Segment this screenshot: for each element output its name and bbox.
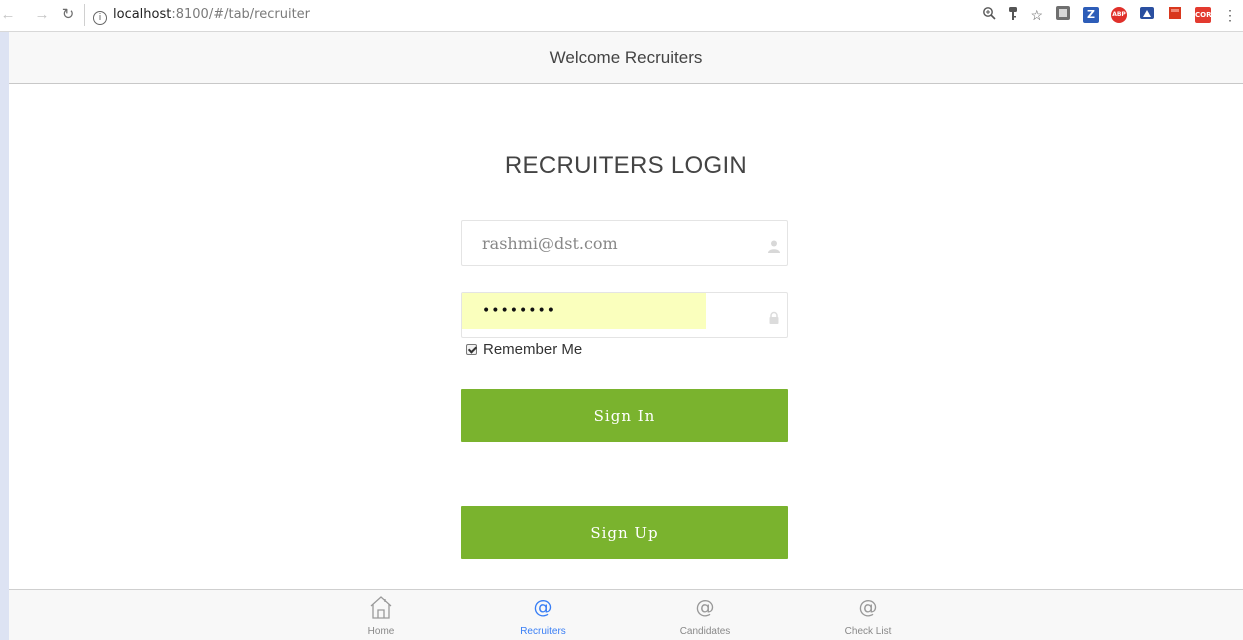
home-icon xyxy=(321,594,441,620)
back-arrow-icon[interactable]: ← xyxy=(0,6,16,24)
remember-label: Remember Me xyxy=(483,340,583,358)
url-host: localhost xyxy=(113,7,172,22)
tab-candidates[interactable]: @ Candidates xyxy=(645,594,765,637)
at-icon: @ xyxy=(533,596,553,618)
key-icon[interactable] xyxy=(1008,6,1018,25)
tab-bar: Home @ Recruiters @ Candidates @ Check L… xyxy=(9,589,1243,640)
adblock-icon[interactable]: ABP xyxy=(1111,7,1127,23)
login-title: RECRUITERS LOGIN xyxy=(504,152,748,179)
extension-red-icon[interactable] xyxy=(1167,5,1183,26)
extension-blue-icon[interactable] xyxy=(1139,5,1155,26)
info-icon[interactable]: i xyxy=(93,11,107,25)
at-icon: @ xyxy=(858,596,878,618)
app-frame: Welcome Recruiters RECRUITERS LOGIN Reme… xyxy=(9,32,1243,640)
lock-icon xyxy=(769,311,779,324)
forward-arrow-icon[interactable]: → xyxy=(34,6,50,24)
email-field[interactable] xyxy=(461,220,788,266)
url-path: :8100/#/tab/recruiter xyxy=(171,7,311,22)
tab-label: Check List xyxy=(844,626,892,637)
menu-dots-icon[interactable]: ⋮ xyxy=(1223,6,1237,24)
tab-check-list[interactable]: @ Check List xyxy=(808,594,928,637)
tab-home[interactable]: Home xyxy=(321,594,441,637)
header-title: Welcome Recruiters xyxy=(549,48,703,67)
tab-recruiters[interactable]: @ Recruiters xyxy=(483,594,603,637)
address-bar[interactable]: i localhost:8100/#/tab/recruiter xyxy=(84,4,944,26)
sign-in-button[interactable]: Sign In xyxy=(461,389,788,442)
page-header: Welcome Recruiters xyxy=(9,32,1243,84)
user-icon xyxy=(768,240,780,253)
password-field[interactable] xyxy=(461,292,788,338)
sign-up-button[interactable]: Sign Up xyxy=(461,506,788,559)
tab-label: Home xyxy=(367,626,395,637)
extension-bar: ☆ Z ABP CORS ⋮ xyxy=(970,5,1237,26)
browser-toolbar: ← → ↻ i localhost:8100/#/tab/recruiter ☆ … xyxy=(0,0,1243,32)
cors-icon[interactable]: CORS xyxy=(1195,7,1217,23)
remember-checkbox[interactable] xyxy=(466,343,477,355)
zoom-icon[interactable] xyxy=(982,6,997,24)
tab-label: Candidates xyxy=(679,626,731,637)
extension-box-icon[interactable] xyxy=(1055,5,1071,26)
password-input[interactable] xyxy=(462,293,752,329)
tab-label: Recruiters xyxy=(520,626,566,637)
z-extension-icon[interactable]: Z xyxy=(1083,7,1099,23)
remember-me[interactable]: Remember Me xyxy=(466,340,582,358)
email-input[interactable] xyxy=(462,221,752,265)
reload-icon[interactable]: ↻ xyxy=(60,6,76,24)
star-icon[interactable]: ☆ xyxy=(1030,6,1043,24)
at-icon: @ xyxy=(695,596,715,618)
